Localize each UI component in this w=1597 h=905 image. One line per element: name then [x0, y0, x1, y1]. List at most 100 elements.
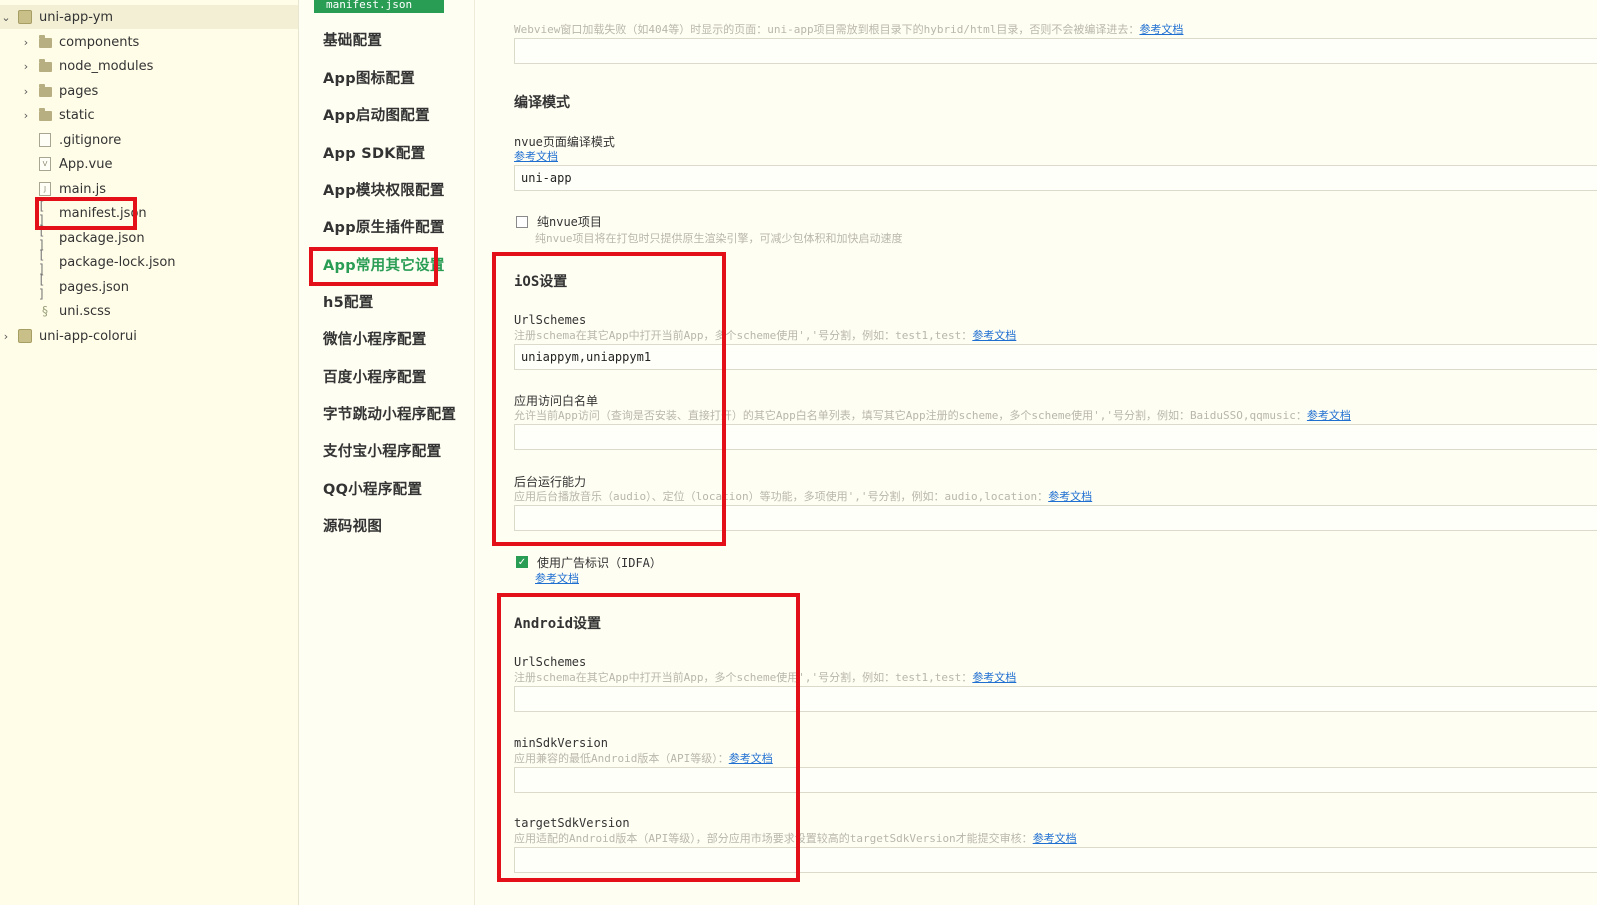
nav-app-other-settings[interactable]: App常用其它设置: [323, 254, 445, 278]
idfa-label: 使用广告标识（IDFA）: [537, 556, 662, 570]
chevron-right-icon[interactable]: ›: [20, 109, 32, 122]
android-urlschemes-hint-text: 注册schema在其它App中打开当前App，多个scheme使用','号分割，…: [514, 671, 973, 684]
webview-doc-link[interactable]: 参考文档: [1139, 23, 1183, 36]
targetsdk-hint: 应用适配的Android版本（API等级），部分应用市场要求设置较高的targe…: [514, 830, 1077, 846]
android-urlschemes-hint: 注册schema在其它App中打开当前App，多个scheme使用','号分割，…: [514, 669, 1016, 685]
ios-background-doc-link[interactable]: 参考文档: [1048, 490, 1092, 503]
folder-icon: [38, 35, 52, 49]
nav-app-splash-config[interactable]: App启动图配置: [323, 104, 430, 128]
tree-item-label: uni-app-ym: [39, 9, 114, 25]
tree-item-package-json[interactable]: [ ] package.json: [0, 224, 330, 252]
js-file-icon: J: [38, 182, 52, 196]
chevron-right-icon[interactable]: ›: [20, 60, 32, 73]
nav-app-permission-config[interactable]: App模块权限配置: [323, 179, 445, 203]
tree-item-label: .gitignore: [59, 132, 122, 148]
targetsdk-label: targetSdkVersion: [514, 816, 630, 830]
chevron-right-icon[interactable]: ›: [0, 330, 12, 343]
compile-mode-title: 编译模式: [514, 95, 570, 111]
tree-item-label: manifest.json: [59, 205, 147, 221]
tree-item-label: uni.scss: [59, 303, 111, 319]
manifest-settings-nav: 基础配置 App图标配置 App启动图配置 App SDK配置 App模块权限配…: [298, 0, 475, 905]
chevron-down-icon[interactable]: ⌄: [0, 11, 12, 24]
tree-item-uni-app-ym[interactable]: ⌄ uni-app-ym: [0, 5, 298, 29]
tree-item-label: uni-app-colorui: [39, 328, 137, 344]
tree-item-node-modules[interactable]: › node_modules: [0, 54, 318, 78]
targetsdk-hint-text: 应用适配的Android版本（API等级），部分应用市场要求设置较高的targe…: [514, 832, 1033, 845]
nav-app-sdk-config[interactable]: App SDK配置: [323, 142, 425, 166]
tree-item-label: components: [59, 34, 140, 50]
tree-item-label: package-lock.json: [59, 254, 176, 270]
nav-h5-config[interactable]: h5配置: [323, 291, 374, 315]
ios-urlschemes-label: UrlSchemes: [514, 313, 587, 327]
ios-background-hint: 应用后台播放音乐（audio）、定位（location）等功能，多项使用','号…: [514, 488, 1092, 504]
nav-alipay-mp-config[interactable]: 支付宝小程序配置: [323, 440, 441, 464]
nvue-compile-input[interactable]: uni-app: [514, 165, 1597, 191]
ios-whitelist-hint: 允许当前App访问（查询是否安装、直接打开）的其它App白名单列表，填写其它Ap…: [514, 407, 1351, 423]
idfa-doc-link[interactable]: 参考文档: [535, 570, 579, 586]
tree-item-label: main.js: [59, 181, 106, 197]
tree-item-pages-json[interactable]: [ ] pages.json: [0, 273, 330, 301]
tree-item-label: App.vue: [59, 156, 113, 172]
tree-item-components[interactable]: › components: [0, 30, 318, 54]
ios-urlschemes-hint: 注册schema在其它App中打开当前App，多个scheme使用','号分割，…: [514, 327, 1016, 343]
ios-background-hint-text: 应用后台播放音乐（audio）、定位（location）等功能，多项使用','号…: [514, 490, 1049, 503]
folder-icon: [38, 59, 52, 73]
tree-item-pages[interactable]: › pages: [0, 79, 318, 103]
pure-nvue-hint: 纯nvue项目将在打包时只提供原生渲染引擎，可减少包体积和加快启动速度: [535, 232, 903, 245]
chevron-right-icon[interactable]: ›: [20, 36, 32, 49]
nav-qq-mp-config[interactable]: QQ小程序配置: [323, 478, 422, 502]
nav-weixin-mp-config[interactable]: 微信小程序配置: [323, 328, 427, 352]
ios-whitelist-input[interactable]: [514, 424, 1597, 450]
json-file-icon: [ ]: [38, 273, 46, 301]
json-file-icon: [ ]: [38, 199, 46, 227]
tree-item-uni-scss[interactable]: § uni.scss: [0, 299, 330, 323]
nav-toutiao-mp-config[interactable]: 字节跳动小程序配置: [323, 403, 456, 427]
targetsdk-doc-link[interactable]: 参考文档: [1033, 832, 1077, 845]
nav-app-native-plugin-config[interactable]: App原生插件配置: [323, 216, 445, 240]
tree-item-gitignore[interactable]: .gitignore: [0, 128, 330, 152]
tab-manifest-json[interactable]: manifest.json: [314, 0, 444, 13]
tree-item-static[interactable]: › static: [0, 103, 318, 127]
tree-item-main-js[interactable]: J main.js: [0, 177, 330, 201]
targetsdk-input[interactable]: [514, 847, 1597, 873]
folder-icon: [38, 84, 52, 98]
ios-urlschemes-hint-text: 注册schema在其它App中打开当前App，多个scheme使用','号分割，…: [514, 329, 973, 342]
ios-urlschemes-input[interactable]: uniappym,uniappym1: [514, 344, 1597, 370]
tree-item-app-vue[interactable]: V App.vue: [0, 152, 330, 176]
minsdk-doc-link[interactable]: 参考文档: [729, 752, 773, 765]
minsdk-input[interactable]: [514, 767, 1597, 793]
webview-hint-text: Webview窗口加载失败（如404等）时显示的页面：uni-app项目需放到根…: [514, 23, 1140, 36]
nav-baidu-mp-config[interactable]: 百度小程序配置: [323, 366, 427, 390]
android-urlschemes-doc-link[interactable]: 参考文档: [972, 671, 1016, 684]
minsdk-hint-text: 应用兼容的最低Android版本（API等级）：: [514, 752, 729, 765]
pure-nvue-checkbox[interactable]: [516, 216, 528, 228]
ios-background-input[interactable]: [514, 505, 1597, 531]
settings-form: Webview窗口加载失败（如404等）时显示的页面：uni-app项目需放到根…: [475, 0, 1597, 905]
folder-icon: [38, 108, 52, 122]
tree-item-label: pages: [59, 83, 99, 99]
ios-urlschemes-doc-link[interactable]: 参考文档: [972, 329, 1016, 342]
webview-hint: Webview窗口加载失败（如404等）时显示的页面：uni-app项目需放到根…: [514, 21, 1183, 37]
file-icon: [38, 133, 52, 147]
tree-item-uni-app-colorui[interactable]: › uni-app-colorui: [0, 324, 298, 348]
project-explorer: ⌄ uni-app-ym › components › node_modules…: [0, 0, 299, 905]
tree-item-label: static: [59, 107, 95, 123]
idfa-checkbox[interactable]: ✓: [516, 556, 528, 568]
nav-source-view[interactable]: 源码视图: [323, 515, 382, 539]
tree-item-package-lock-json[interactable]: [ ] package-lock.json: [0, 248, 330, 276]
vue-file-icon: V: [38, 157, 52, 171]
android-urlschemes-input[interactable]: [514, 686, 1597, 712]
webview-error-page-input[interactable]: [514, 38, 1597, 64]
chevron-right-icon[interactable]: ›: [20, 85, 32, 98]
tree-item-label: node_modules: [59, 58, 154, 74]
nav-basic-config[interactable]: 基础配置: [323, 29, 382, 53]
nvue-doc-link[interactable]: 参考文档: [514, 148, 558, 164]
tree-item-manifest-json[interactable]: [ ] manifest.json: [0, 199, 330, 227]
ios-settings-title: iOS设置: [514, 274, 568, 290]
android-settings-title: Android设置: [514, 616, 602, 632]
tree-item-label: package.json: [59, 230, 145, 246]
tree-item-label: pages.json: [59, 279, 129, 295]
nav-app-icon-config[interactable]: App图标配置: [323, 67, 415, 91]
android-urlschemes-label: UrlSchemes: [514, 655, 587, 669]
ios-whitelist-doc-link[interactable]: 参考文档: [1307, 409, 1351, 422]
